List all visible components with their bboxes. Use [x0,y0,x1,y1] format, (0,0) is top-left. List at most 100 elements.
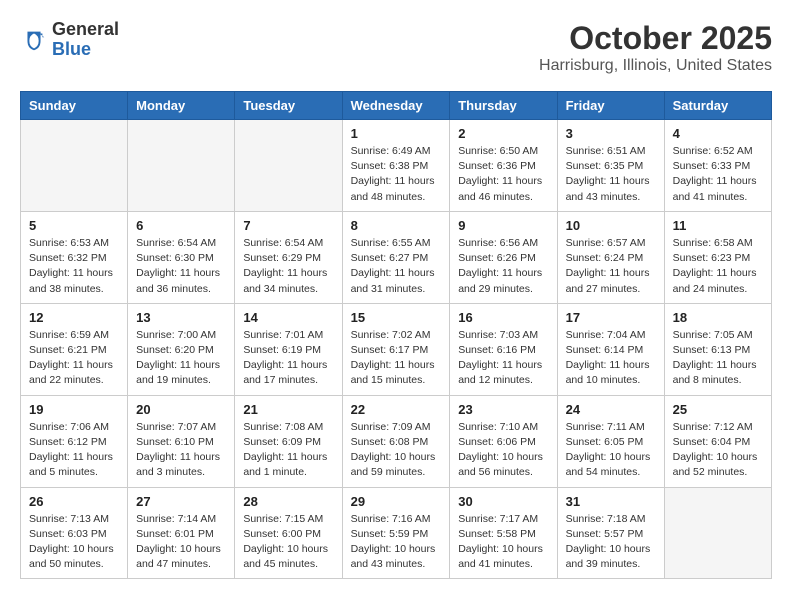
calendar-day-cell: 18 Sunrise: 7:05 AMSunset: 6:13 PMDayligh… [664,303,771,395]
calendar-day-cell: 22Sunrise: 7:09 AMSunset: 6:08 PMDayligh… [342,395,450,487]
weekday-header: Tuesday [235,92,342,120]
day-info: Sunrise: 7:04 AMSunset: 6:14 PMDaylight:… [566,328,656,389]
page-header: General Blue October 2025 Harrisburg, Il… [20,20,772,75]
day-number: 23 [458,402,548,417]
day-info: Sunrise: 7:08 AMSunset: 6:09 PMDaylight:… [243,420,333,481]
day-number: 17 [566,310,656,325]
calendar-day-cell [664,487,771,579]
day-number: 21 [243,402,333,417]
day-info: Sunrise: 7:17 AMSunset: 5:58 PMDaylight:… [458,512,548,573]
day-number: 27 [136,494,226,509]
weekday-header: Wednesday [342,92,450,120]
day-number: 28 [243,494,333,509]
calendar-day-cell: 28 Sunrise: 7:15 AMSunset: 6:00 PMDayligh… [235,487,342,579]
day-number: 12 [29,310,119,325]
day-info: Sunrise: 6:57 AMSunset: 6:24 PMDaylight:… [566,236,656,297]
day-info: Sunrise: 6:54 AMSunset: 6:29 PMDaylight:… [243,236,333,297]
day-info: Sunrise: 7:18 AMSunset: 5:57 PMDaylight:… [566,512,656,573]
calendar-day-cell: 20Sunrise: 7:07 AMSunset: 6:10 PMDayligh… [128,395,235,487]
day-number: 19 [29,402,119,417]
calendar-table: SundayMondayTuesdayWednesdayThursdayFrid… [20,91,772,579]
day-number: 14 [243,310,333,325]
weekday-header: Thursday [450,92,557,120]
weekday-header: Friday [557,92,664,120]
title-block: October 2025 Harrisburg, Illinois, Unite… [539,20,772,75]
day-info: Sunrise: 6:56 AMSunset: 6:26 PMDaylight:… [458,236,548,297]
calendar-day-cell: 12 Sunrise: 6:59 AMSunset: 6:21 PMDayligh… [21,303,128,395]
weekday-header: Saturday [664,92,771,120]
day-number: 1 [351,126,442,141]
logo-text: General Blue [52,20,119,60]
day-info: Sunrise: 6:53 AMSunset: 6:32 PMDaylight:… [29,236,119,297]
day-number: 15 [351,310,442,325]
day-info: Sunrise: 7:15 AMSunset: 6:00 PMDaylight:… [243,512,333,573]
day-info: Sunrise: 6:54 AMSunset: 6:30 PMDaylight:… [136,236,226,297]
logo-icon [20,26,48,54]
calendar-day-cell: 15 Sunrise: 7:02 AMSunset: 6:17 PMDayligh… [342,303,450,395]
calendar-day-cell: 27 Sunrise: 7:14 AMSunset: 6:01 PMDayligh… [128,487,235,579]
calendar-week-row: 26 Sunrise: 7:13 AMSunset: 6:03 PMDayligh… [21,487,772,579]
day-number: 18 [673,310,763,325]
calendar-week-row: 5Sunrise: 6:53 AMSunset: 6:32 PMDaylight… [21,211,772,303]
day-number: 8 [351,218,442,233]
day-number: 10 [566,218,656,233]
calendar-day-cell: 23Sunrise: 7:10 AMSunset: 6:06 PMDayligh… [450,395,557,487]
page-subtitle: Harrisburg, Illinois, United States [539,57,772,75]
day-number: 9 [458,218,548,233]
day-info: Sunrise: 7:00 AMSunset: 6:20 PMDaylight:… [136,328,226,389]
calendar-day-cell: 6 Sunrise: 6:54 AMSunset: 6:30 PMDaylight… [128,211,235,303]
calendar-day-cell: 17 Sunrise: 7:04 AMSunset: 6:14 PMDayligh… [557,303,664,395]
calendar-day-cell: 9 Sunrise: 6:56 AMSunset: 6:26 PMDaylight… [450,211,557,303]
day-info: Sunrise: 7:02 AMSunset: 6:17 PMDaylight:… [351,328,442,389]
calendar-day-cell: 1Sunrise: 6:49 AMSunset: 6:38 PMDaylight… [342,120,450,212]
day-info: Sunrise: 7:12 AMSunset: 6:04 PMDaylight:… [673,420,763,481]
calendar-day-cell: 19 Sunrise: 7:06 AMSunset: 6:12 PMDayligh… [21,395,128,487]
day-info: Sunrise: 7:13 AMSunset: 6:03 PMDaylight:… [29,512,119,573]
calendar-day-cell: 31 Sunrise: 7:18 AMSunset: 5:57 PMDayligh… [557,487,664,579]
weekday-header-row: SundayMondayTuesdayWednesdayThursdayFrid… [21,92,772,120]
day-number: 29 [351,494,442,509]
day-number: 11 [673,218,763,233]
calendar-day-cell: 26 Sunrise: 7:13 AMSunset: 6:03 PMDayligh… [21,487,128,579]
day-info: Sunrise: 7:14 AMSunset: 6:01 PMDaylight:… [136,512,226,573]
day-info: Sunrise: 7:16 AMSunset: 5:59 PMDaylight:… [351,512,442,573]
day-info: Sunrise: 6:50 AMSunset: 6:36 PMDaylight:… [458,144,548,205]
day-info: Sunrise: 6:59 AMSunset: 6:21 PMDaylight:… [29,328,119,389]
day-info: Sunrise: 6:58 AMSunset: 6:23 PMDaylight:… [673,236,763,297]
calendar-day-cell: 24Sunrise: 7:11 AMSunset: 6:05 PMDayligh… [557,395,664,487]
calendar-week-row: 1Sunrise: 6:49 AMSunset: 6:38 PMDaylight… [21,120,772,212]
day-number: 6 [136,218,226,233]
day-number: 2 [458,126,548,141]
calendar-day-cell [235,120,342,212]
day-info: Sunrise: 7:06 AMSunset: 6:12 PMDaylight:… [29,420,119,481]
day-info: Sunrise: 6:52 AMSunset: 6:33 PMDaylight:… [673,144,763,205]
logo: General Blue [20,20,119,60]
day-info: Sunrise: 7:03 AMSunset: 6:16 PMDaylight:… [458,328,548,389]
calendar-day-cell: 4 Sunrise: 6:52 AMSunset: 6:33 PMDaylight… [664,120,771,212]
day-number: 20 [136,402,226,417]
calendar-day-cell: 2 Sunrise: 6:50 AMSunset: 6:36 PMDaylight… [450,120,557,212]
calendar-day-cell [128,120,235,212]
page-title: October 2025 [539,20,772,57]
day-info: Sunrise: 6:55 AMSunset: 6:27 PMDaylight:… [351,236,442,297]
calendar-day-cell: 5Sunrise: 6:53 AMSunset: 6:32 PMDaylight… [21,211,128,303]
day-number: 26 [29,494,119,509]
day-number: 3 [566,126,656,141]
day-number: 24 [566,402,656,417]
calendar-day-cell: 14Sunrise: 7:01 AMSunset: 6:19 PMDayligh… [235,303,342,395]
day-info: Sunrise: 7:09 AMSunset: 6:08 PMDaylight:… [351,420,442,481]
day-number: 25 [673,402,763,417]
calendar-day-cell: 8 Sunrise: 6:55 AMSunset: 6:27 PMDaylight… [342,211,450,303]
calendar-day-cell: 29 Sunrise: 7:16 AMSunset: 5:59 PMDayligh… [342,487,450,579]
day-number: 30 [458,494,548,509]
calendar-week-row: 12 Sunrise: 6:59 AMSunset: 6:21 PMDayligh… [21,303,772,395]
calendar-day-cell: 13Sunrise: 7:00 AMSunset: 6:20 PMDayligh… [128,303,235,395]
day-number: 31 [566,494,656,509]
day-info: Sunrise: 7:05 AMSunset: 6:13 PMDaylight:… [673,328,763,389]
day-number: 4 [673,126,763,141]
weekday-header: Monday [128,92,235,120]
calendar-day-cell: 25 Sunrise: 7:12 AMSunset: 6:04 PMDayligh… [664,395,771,487]
calendar-day-cell: 16Sunrise: 7:03 AMSunset: 6:16 PMDayligh… [450,303,557,395]
calendar-day-cell: 11 Sunrise: 6:58 AMSunset: 6:23 PMDayligh… [664,211,771,303]
calendar-day-cell: 30 Sunrise: 7:17 AMSunset: 5:58 PMDayligh… [450,487,557,579]
